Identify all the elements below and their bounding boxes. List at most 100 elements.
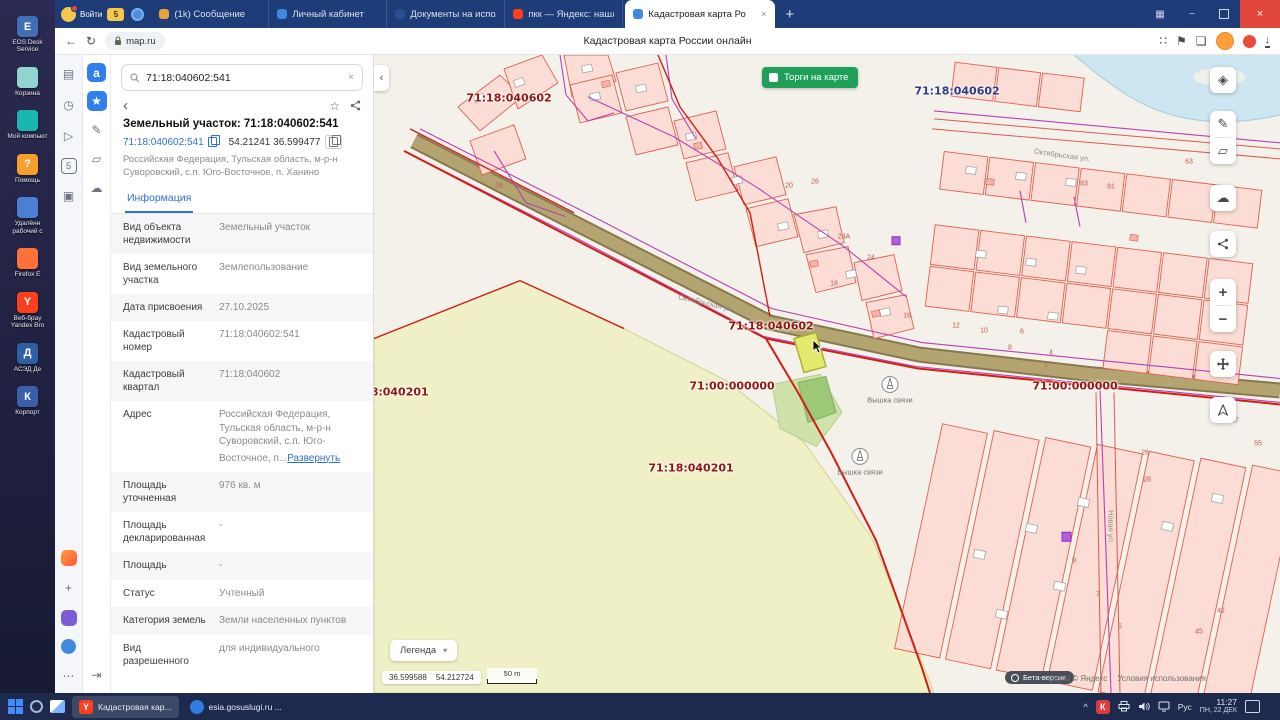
browser-tab[interactable]: Документы на исполнени xyxy=(387,0,505,28)
legend-button[interactable]: Легенда ▾ xyxy=(390,640,457,661)
zoom-in-button[interactable]: + xyxy=(1210,279,1236,305)
browser-login-label[interactable]: Войти xyxy=(80,10,102,19)
panels-icon[interactable]: ▤ xyxy=(60,65,78,83)
media-play-icon[interactable]: ▷ xyxy=(60,127,78,145)
back-button[interactable]: ← xyxy=(65,34,77,48)
new-tab-button[interactable]: + xyxy=(775,6,804,23)
back-to-results-button[interactable]: ‹ xyxy=(123,98,128,113)
search-icon xyxy=(130,73,140,83)
info-row-value: 71:18:040602:541 xyxy=(219,328,361,354)
desktop-icon[interactable]: YВеб-брау Yandex Bro xyxy=(3,292,53,330)
tab-count-icon[interactable]: 5 xyxy=(61,158,77,174)
taskbar-app[interactable]: esia.gosuslugi.ru ... xyxy=(183,696,289,718)
pencil-icon[interactable]: ✎ xyxy=(1210,111,1236,137)
taskbar-app-icon: Y xyxy=(79,700,93,714)
info-row: Вид земельного участкаЗемлепользование xyxy=(111,254,373,294)
desktop-icon[interactable]: ДАСЭД Де xyxy=(3,343,53,373)
favorite-star-icon[interactable]: ☆ xyxy=(329,99,340,113)
desktop-icon[interactable]: Удалённ рабочий с xyxy=(3,197,53,235)
info-row-value: Российская Федерация, Тульская область, … xyxy=(219,408,361,465)
cloud-icon[interactable]: ☁ xyxy=(1210,185,1236,211)
speaker-icon[interactable] xyxy=(1138,701,1150,712)
terms-link[interactable]: Условия использования xyxy=(1117,674,1206,683)
printer-icon[interactable] xyxy=(1118,701,1130,712)
taskbar-search-icon[interactable] xyxy=(30,700,43,713)
history-icon[interactable]: ◷ xyxy=(60,96,78,114)
browser-tab[interactable]: Личный кабинет xyxy=(269,0,387,28)
close-button[interactable]: × xyxy=(1240,0,1280,28)
taskbar-clock[interactable]: 11:27 ПН, 22 ДЕК xyxy=(1200,698,1237,716)
collapse-panel-button[interactable]: ‹ xyxy=(374,65,389,91)
parcel-title: Земельный участок: 71:18:040602:541 xyxy=(111,115,373,132)
downloads-icon[interactable]: ↓ xyxy=(1265,35,1271,48)
desktop-icon[interactable]: Firefox E xyxy=(3,248,53,278)
taskbar-widget-icon[interactable] xyxy=(50,700,65,713)
reload-button[interactable]: ↻ xyxy=(86,34,96,48)
notification-center-icon[interactable] xyxy=(1245,700,1260,713)
alice-assistant-icon[interactable] xyxy=(61,550,77,566)
map-canvas[interactable]: 71:18:04060271:18:04060271:18:04060271:0… xyxy=(374,55,1280,693)
sync-status-icon[interactable] xyxy=(131,8,144,21)
copy-icon[interactable] xyxy=(208,137,217,147)
area-select-tool-icon[interactable]: ▱ xyxy=(87,149,107,169)
desktop-icon-label: Корзина xyxy=(15,90,40,97)
site-logo[interactable]: a xyxy=(87,63,106,82)
bookmarks-icon[interactable]: ❏ xyxy=(1196,34,1207,48)
browser-tab[interactable]: пкк — Яндекс: нашлось xyxy=(505,0,623,28)
app-icon xyxy=(17,197,38,218)
app-icon: ? xyxy=(17,154,38,175)
parcel-info-panel: 71:18:040602:541 × ‹ ☆ Земельный участок… xyxy=(111,55,374,693)
share-icon[interactable] xyxy=(350,100,361,111)
language-indicator[interactable]: Рус xyxy=(1178,702,1192,712)
extensions-grid-icon[interactable]: ∷ xyxy=(1159,34,1167,48)
tab-groups-icon[interactable]: ▦ xyxy=(1144,0,1176,28)
start-button[interactable] xyxy=(8,699,23,714)
expand-link[interactable]: Развернуть xyxy=(287,452,340,466)
draw-area-icon[interactable]: ▱ xyxy=(1210,138,1236,164)
address-bar[interactable]: map.ru xyxy=(105,32,165,50)
flag-icon[interactable]: ⚑ xyxy=(1176,34,1187,48)
copy-coordinates-button[interactable] xyxy=(325,135,342,149)
gift-icon[interactable] xyxy=(1243,35,1256,48)
desktop-icon[interactable]: ККорпорт xyxy=(3,386,53,416)
desktop-icon[interactable]: Мой компьют xyxy=(3,110,53,140)
network-icon[interactable] xyxy=(1158,701,1170,712)
maximize-icon xyxy=(1219,9,1229,19)
tab-counter-badge[interactable]: 5 xyxy=(107,8,124,21)
tab-information[interactable]: Информация xyxy=(125,186,193,213)
k-app-icon[interactable]: К xyxy=(1096,700,1110,714)
maximize-button[interactable] xyxy=(1208,0,1240,28)
taskbar-app[interactable]: YКадастровая кар... xyxy=(72,696,179,718)
pan-icon[interactable] xyxy=(1210,351,1236,377)
location-arrow-icon[interactable] xyxy=(1210,397,1236,423)
desktop-icon[interactable]: ?Помощь xyxy=(3,154,53,184)
add-panel-icon[interactable]: + xyxy=(60,579,78,597)
coordinates-text: 54.21241 36.599477 xyxy=(229,137,321,148)
collapse-tools-icon[interactable]: ⇥ xyxy=(87,665,107,685)
user-avatar[interactable] xyxy=(1216,32,1234,50)
cloud-tool-icon[interactable]: ☁ xyxy=(87,178,107,198)
share-map-icon[interactable] xyxy=(1210,231,1236,257)
layers-icon[interactable]: ◈ xyxy=(1210,67,1236,93)
zoom-out-button[interactable]: − xyxy=(1210,306,1236,332)
minimize-button[interactable]: − xyxy=(1176,0,1208,28)
more-icon[interactable]: ⋯ xyxy=(60,667,78,685)
info-row-value: Землепользование xyxy=(219,261,361,287)
browser-tab[interactable]: (1k) Сообщение xyxy=(151,0,269,28)
torgi-toggle-button[interactable]: Торги на карте xyxy=(762,67,858,88)
parcel-address-summary: Российская Федерация, Тульская область, … xyxy=(111,152,373,186)
measure-tool-icon[interactable]: ✎ xyxy=(87,120,107,140)
messenger-icon[interactable] xyxy=(61,639,76,654)
browser-tab[interactable]: Кадастровая карта Ро× xyxy=(625,0,775,28)
desktop-icon[interactable]: Корзина xyxy=(3,67,53,97)
screenshot-icon[interactable]: ▣ xyxy=(60,187,78,205)
services-icon[interactable] xyxy=(61,610,77,626)
search-tool-active[interactable]: ★ xyxy=(87,91,107,111)
desktop-icon[interactable]: EEOS Desk Service xyxy=(3,16,53,54)
clear-search-icon[interactable]: × xyxy=(348,72,354,83)
tab-close-icon[interactable]: × xyxy=(760,9,767,19)
search-input[interactable]: 71:18:040602:541 × xyxy=(121,64,363,91)
browser-sidebar: ▤ ◷ ▷ 5 ▣ + ⋯ xyxy=(55,55,83,693)
browser-profile-avatar[interactable] xyxy=(61,7,76,22)
hidden-icons-chevron[interactable]: ^ xyxy=(1083,702,1087,712)
